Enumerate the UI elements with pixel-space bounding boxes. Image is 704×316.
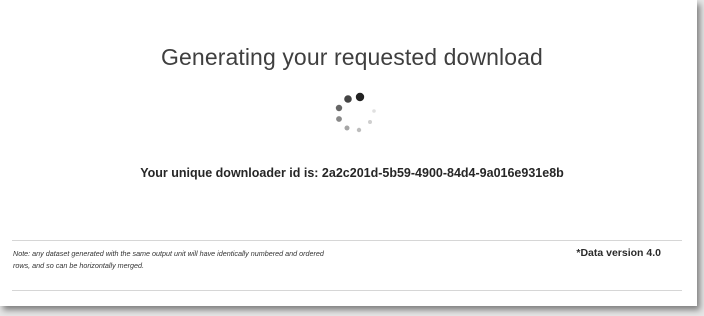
download-card: Generating your requested download Your …: [0, 0, 697, 306]
page-title: Generating your requested download: [161, 44, 543, 70]
divider-top: [12, 240, 682, 241]
loading-spinner-icon: [325, 88, 385, 148]
dataset-note: Note: any dataset generated with the sam…: [13, 249, 324, 270]
data-version-label: *Data version 4.0: [576, 247, 661, 259]
divider-bottom: [12, 290, 682, 291]
downloader-id-text: Your unique downloader id is: 2a2c201d-5…: [140, 166, 564, 180]
